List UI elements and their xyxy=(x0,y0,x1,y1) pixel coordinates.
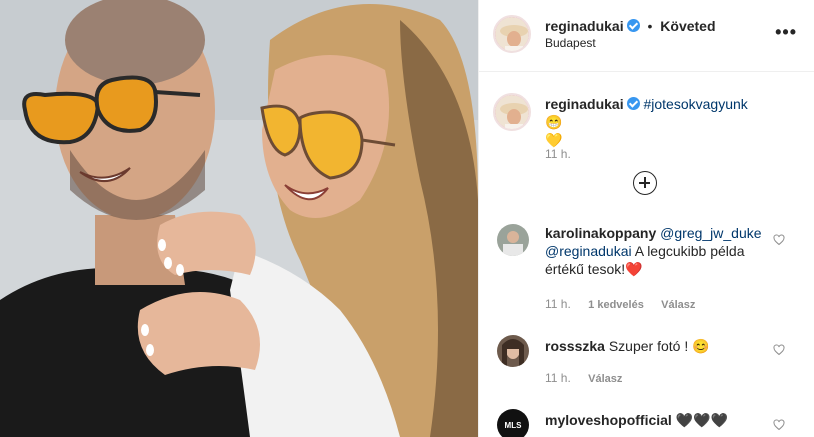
author-username[interactable]: reginadukai xyxy=(545,18,624,34)
comments-section: reginadukai #jotesokvagyunk 😁 💛 11 h. ka… xyxy=(479,73,814,437)
verified-badge-icon xyxy=(626,19,640,32)
comment-mention[interactable]: @greg_jw_duke xyxy=(660,225,761,241)
verified-badge-icon xyxy=(626,97,640,110)
comment-username[interactable]: myloveshopofficial xyxy=(545,412,672,428)
like-heart-icon[interactable] xyxy=(773,419,785,431)
like-heart-icon[interactable] xyxy=(773,234,785,246)
avatar-image xyxy=(497,224,529,256)
comment-text: rossszka Szuper fotó ! 😊 xyxy=(545,337,765,355)
caption-hashtag[interactable]: #jotesokvagyunk xyxy=(643,96,747,112)
caption-avatar[interactable] xyxy=(493,93,531,131)
comment-emoji: ❤️ xyxy=(625,261,643,277)
avatar-image xyxy=(495,95,529,129)
commenter-avatar[interactable]: MLS xyxy=(497,409,529,437)
avatar-logo-text: MLS xyxy=(504,420,522,430)
comment-meta: 11 h. 1 kedvelés Válasz xyxy=(545,297,709,311)
author-line: reginadukai • Követed xyxy=(545,18,716,34)
reply-button[interactable]: Válasz xyxy=(661,299,695,311)
commenter-avatar[interactable] xyxy=(497,335,529,367)
caption-time[interactable]: 11 h. xyxy=(545,147,571,161)
commenter-avatar[interactable] xyxy=(497,224,529,256)
comment-body: 🖤🖤🖤 xyxy=(675,412,728,428)
comment-body: Szuper fotó ! xyxy=(608,338,689,354)
comment-emoji: 😊 xyxy=(692,338,710,354)
caption-username[interactable]: reginadukai xyxy=(545,96,624,112)
post-header: reginadukai • Követed Budapest ••• xyxy=(479,0,814,72)
post-photo-illustration xyxy=(0,0,478,437)
follow-status-button[interactable]: Követed xyxy=(660,18,715,34)
avatar-image xyxy=(495,17,529,51)
comment-username[interactable]: rossszka xyxy=(545,338,605,354)
post-sidebar: reginadukai • Követed Budapest ••• regin… xyxy=(478,0,814,437)
avatar-image xyxy=(497,335,529,367)
reply-button[interactable]: Válasz xyxy=(588,373,622,385)
separator-dot: • xyxy=(647,18,653,34)
comment-time[interactable]: 11 h. xyxy=(545,371,571,385)
comment-meta: 11 h. Válasz xyxy=(545,371,636,385)
comment-mention[interactable]: @reginadukai xyxy=(545,243,632,259)
caption-meta: 11 h. xyxy=(545,147,585,161)
comment-text: myloveshopofficial 🖤🖤🖤 xyxy=(545,411,765,429)
comment-time[interactable]: 11 h. xyxy=(545,297,571,311)
author-avatar[interactable] xyxy=(493,15,531,53)
comment-likes[interactable]: 1 kedvelés xyxy=(588,299,644,311)
like-heart-icon[interactable] xyxy=(773,344,785,356)
caption-text: reginadukai #jotesokvagyunk 😁 💛 xyxy=(545,95,765,149)
load-more-comments-icon[interactable] xyxy=(633,171,657,195)
comment-username[interactable]: karolinakoppany xyxy=(545,225,656,241)
location-link[interactable]: Budapest xyxy=(545,36,596,50)
caption-emoji: 😁 xyxy=(545,114,563,130)
post-image[interactable] xyxy=(0,0,478,437)
caption-heart-emoji: 💛 xyxy=(545,132,563,148)
more-options-icon[interactable]: ••• xyxy=(775,22,797,43)
comment-text: karolinakoppany @greg_jw_duke @reginaduk… xyxy=(545,224,765,278)
